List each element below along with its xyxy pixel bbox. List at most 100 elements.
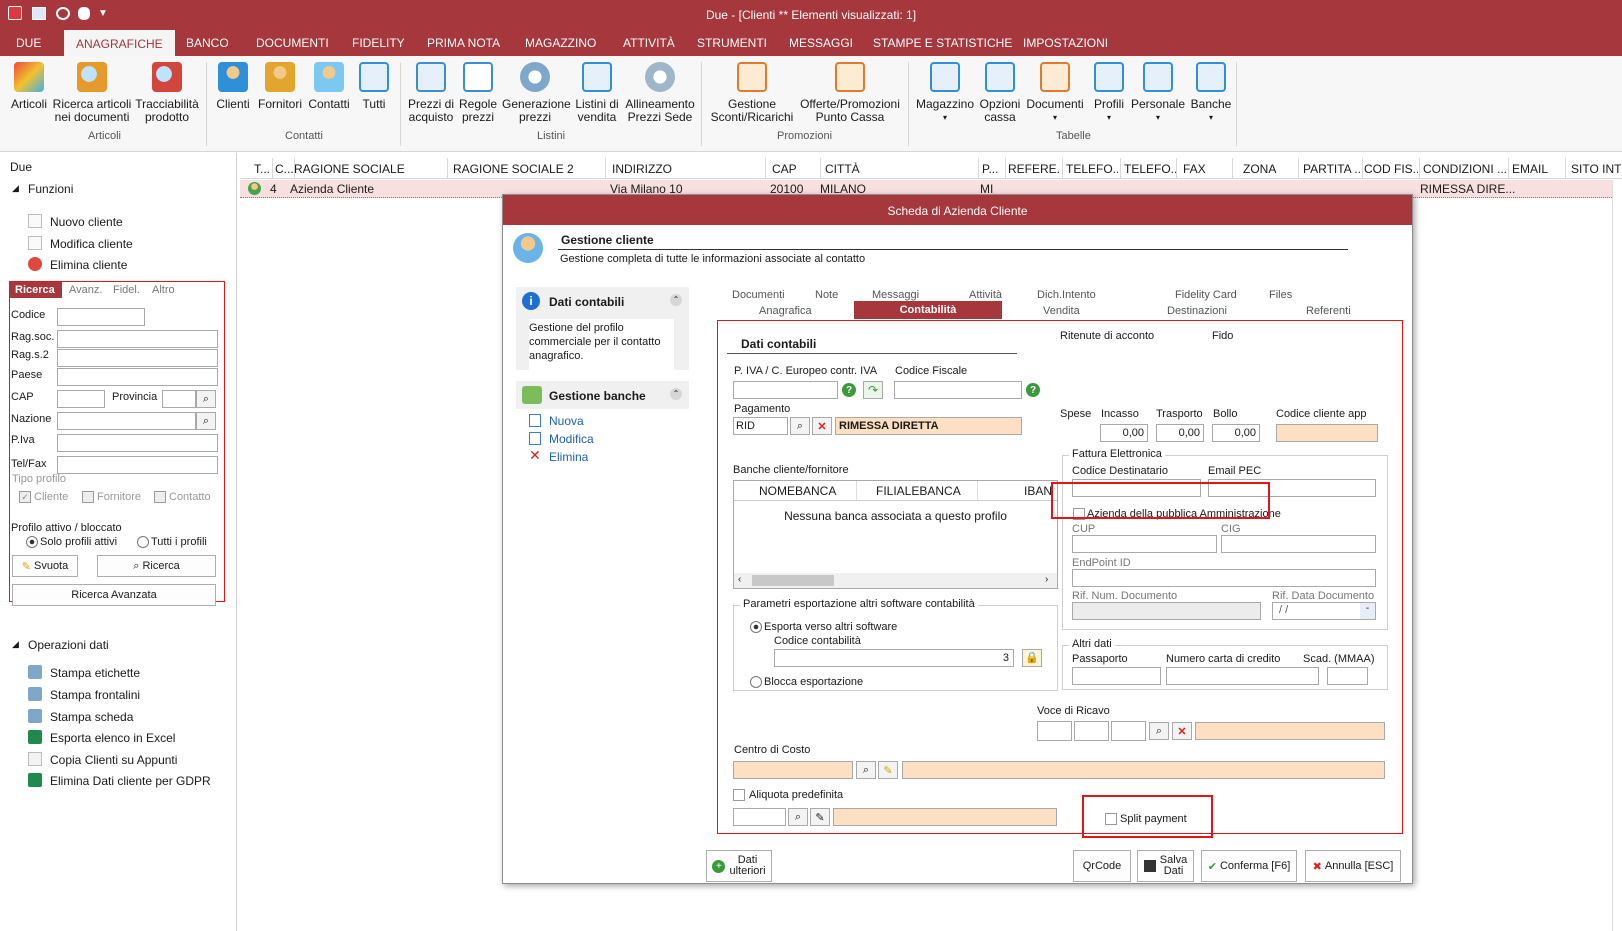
tab-dich-intento[interactable]: Dich.Intento bbox=[1037, 289, 1096, 301]
qrcode-button[interactable]: QrCode bbox=[1073, 850, 1131, 882]
tab-vendita[interactable]: Vendita bbox=[1043, 305, 1080, 317]
aliquota-input[interactable] bbox=[733, 808, 786, 826]
column-header[interactable]: EMAIL bbox=[1512, 162, 1562, 176]
pagamento-search-button[interactable]: ⌕ bbox=[790, 417, 810, 435]
salva-dati-button[interactable]: Salva Dati bbox=[1137, 850, 1194, 882]
validate-cf-button[interactable]: ? bbox=[1026, 383, 1040, 397]
column-separator[interactable] bbox=[1120, 158, 1121, 179]
cup-input[interactable] bbox=[1072, 535, 1217, 553]
column-separator[interactable] bbox=[1176, 158, 1177, 179]
tab-magazzino[interactable]: MAGAZZINO bbox=[525, 36, 596, 50]
rags2-input[interactable] bbox=[57, 349, 218, 367]
cliente-checkbox[interactable]: ✓ bbox=[19, 491, 31, 503]
tab-altro[interactable]: Altro bbox=[152, 284, 175, 296]
column-separator[interactable] bbox=[1232, 158, 1233, 179]
fornitori-button[interactable]: Fornitori bbox=[256, 62, 304, 111]
tab-fidelity[interactable]: FIDELITY bbox=[352, 36, 405, 50]
trasporto-input[interactable]: 0,00 bbox=[1156, 424, 1204, 442]
ritenute-label[interactable]: Ritenute di acconto bbox=[1060, 330, 1154, 342]
column-header[interactable]: SITO INT... bbox=[1571, 162, 1621, 176]
collapse-icon[interactable]: ⌃ bbox=[670, 294, 682, 306]
voce-ricavo-input-2[interactable] bbox=[1074, 721, 1109, 741]
tutti-button[interactable]: Tutti bbox=[356, 62, 392, 111]
nazione-input[interactable] bbox=[57, 412, 196, 430]
column-header[interactable]: P... bbox=[982, 162, 1004, 176]
column-header[interactable]: T... bbox=[254, 162, 272, 176]
generazione-prezzi-button[interactable]: Generazione prezzi bbox=[502, 62, 571, 124]
solo-attivi-radio[interactable] bbox=[26, 536, 38, 548]
articoli-button[interactable]: Articoli bbox=[8, 62, 50, 111]
tab-stampe-statistiche[interactable]: STAMPE E STATISTICHE bbox=[873, 36, 1012, 50]
tracciabilita-button[interactable]: Tracciabilità prodotto bbox=[133, 62, 201, 124]
column-header[interactable]: CONDIZIONI ... bbox=[1423, 162, 1507, 176]
cap-input[interactable] bbox=[57, 390, 105, 408]
carta-credito-input[interactable] bbox=[1166, 667, 1319, 685]
tab-prima-nota[interactable]: PRIMA NOTA bbox=[427, 36, 500, 50]
annulla-button[interactable]: ✖ Annulla [ESC] bbox=[1305, 850, 1401, 882]
contatto-checkbox[interactable] bbox=[154, 491, 166, 503]
vertical-scrollbar[interactable] bbox=[1612, 180, 1622, 931]
contatti-button[interactable]: Contatti bbox=[306, 62, 352, 111]
column-header[interactable]: COD FIS... bbox=[1364, 162, 1418, 176]
tab-contabilita[interactable]: Contabilità bbox=[854, 301, 1002, 319]
opzioni-cassa-button[interactable]: Opzioni cassa bbox=[978, 62, 1022, 124]
column-header[interactable]: TELEFO... bbox=[1066, 162, 1118, 176]
tab-fidelity-card[interactable]: Fidelity Card bbox=[1175, 289, 1237, 301]
tutti-profili-radio[interactable] bbox=[137, 536, 149, 548]
copia-clienti-link[interactable]: Copia Clienti su Appunti bbox=[50, 753, 177, 767]
stampa-scheda-link[interactable]: Stampa scheda bbox=[50, 710, 133, 724]
tab-ricerca[interactable]: Ricerca bbox=[10, 282, 62, 298]
tab-messaggi[interactable]: Messaggi bbox=[872, 289, 919, 301]
column-header[interactable]: FAX bbox=[1183, 162, 1223, 176]
column-header[interactable]: REFERE... bbox=[1008, 162, 1060, 176]
allineamento-prezzi-button[interactable]: Allineamento Prezzi Sede bbox=[624, 62, 696, 124]
provincia-input[interactable] bbox=[162, 390, 196, 408]
column-separator[interactable] bbox=[272, 158, 273, 179]
tab-anagrafica[interactable]: Anagrafica bbox=[759, 305, 812, 317]
aliquota-checkbox[interactable] bbox=[733, 789, 745, 801]
column-separator[interactable] bbox=[1062, 158, 1063, 179]
tab-strumenti[interactable]: STRUMENTI bbox=[697, 36, 767, 50]
tab-destinazioni[interactable]: Destinazioni bbox=[1167, 305, 1227, 317]
column-header[interactable]: IBAN bbox=[1024, 484, 1052, 498]
pagamento-code-input[interactable]: RID bbox=[733, 417, 788, 435]
column-header[interactable]: INDIRIZZO bbox=[612, 162, 762, 176]
column-separator[interactable] bbox=[1508, 158, 1509, 179]
tab-impostazioni[interactable]: IMPOSTAZIONI bbox=[1023, 36, 1108, 50]
cig-input[interactable] bbox=[1221, 535, 1376, 553]
column-separator[interactable] bbox=[447, 158, 448, 179]
tab-due[interactable]: DUE bbox=[16, 36, 41, 50]
banche-button[interactable]: Banche ▾ bbox=[1188, 62, 1234, 124]
tab-documenti[interactable]: DOCUMENTI bbox=[256, 36, 329, 50]
tab-referenti[interactable]: Referenti bbox=[1306, 305, 1351, 317]
ricerca-articoli-button[interactable]: Ricerca articoli nei documenti bbox=[52, 62, 132, 124]
voce-ricavo-clear-button[interactable]: ✕ bbox=[1172, 722, 1192, 740]
modifica-banca-link[interactable]: Modifica bbox=[549, 432, 594, 446]
piva-input[interactable] bbox=[57, 434, 218, 452]
elimina-banca-link[interactable]: Elimina bbox=[549, 450, 588, 464]
column-header[interactable]: PARTITA ... bbox=[1303, 162, 1361, 176]
nuovo-cliente-link[interactable]: Nuovo cliente bbox=[50, 215, 123, 229]
blocca-radio[interactable] bbox=[750, 676, 762, 688]
aliquota-search-button[interactable]: ⌕ bbox=[788, 808, 808, 826]
refresh-piva-button[interactable]: ↷ bbox=[863, 381, 883, 399]
profili-button[interactable]: Profili ▾ bbox=[1090, 62, 1128, 124]
tab-files[interactable]: Files bbox=[1269, 289, 1292, 301]
offerte-promozioni-button[interactable]: Offerte/Promozioni Punto Cassa bbox=[798, 62, 902, 124]
column-separator[interactable] bbox=[1298, 158, 1299, 179]
column-header[interactable]: NOMEBANCA bbox=[759, 484, 836, 498]
conferma-button[interactable]: ✔ Conferma [F6] bbox=[1201, 850, 1297, 882]
column-header[interactable]: RAGIONE SOCIALE 2 bbox=[453, 162, 603, 176]
fido-label[interactable]: Fido bbox=[1212, 330, 1233, 342]
scadenza-input[interactable] bbox=[1327, 667, 1368, 685]
split-payment-checkbox[interactable] bbox=[1105, 813, 1117, 825]
column-separator[interactable] bbox=[1362, 158, 1363, 179]
tab-note[interactable]: Note bbox=[815, 289, 838, 301]
column-separator[interactable] bbox=[1565, 158, 1566, 179]
column-separator[interactable] bbox=[1419, 158, 1420, 179]
collapse-icon[interactable]: ⌃ bbox=[670, 388, 682, 400]
column-header[interactable]: ZONA bbox=[1243, 162, 1293, 176]
horizontal-scrollbar[interactable]: ‹ › bbox=[734, 573, 1057, 588]
column-header[interactable]: TELEFO... bbox=[1124, 162, 1176, 176]
tab-fidelity[interactable]: Fidel. bbox=[113, 284, 140, 296]
